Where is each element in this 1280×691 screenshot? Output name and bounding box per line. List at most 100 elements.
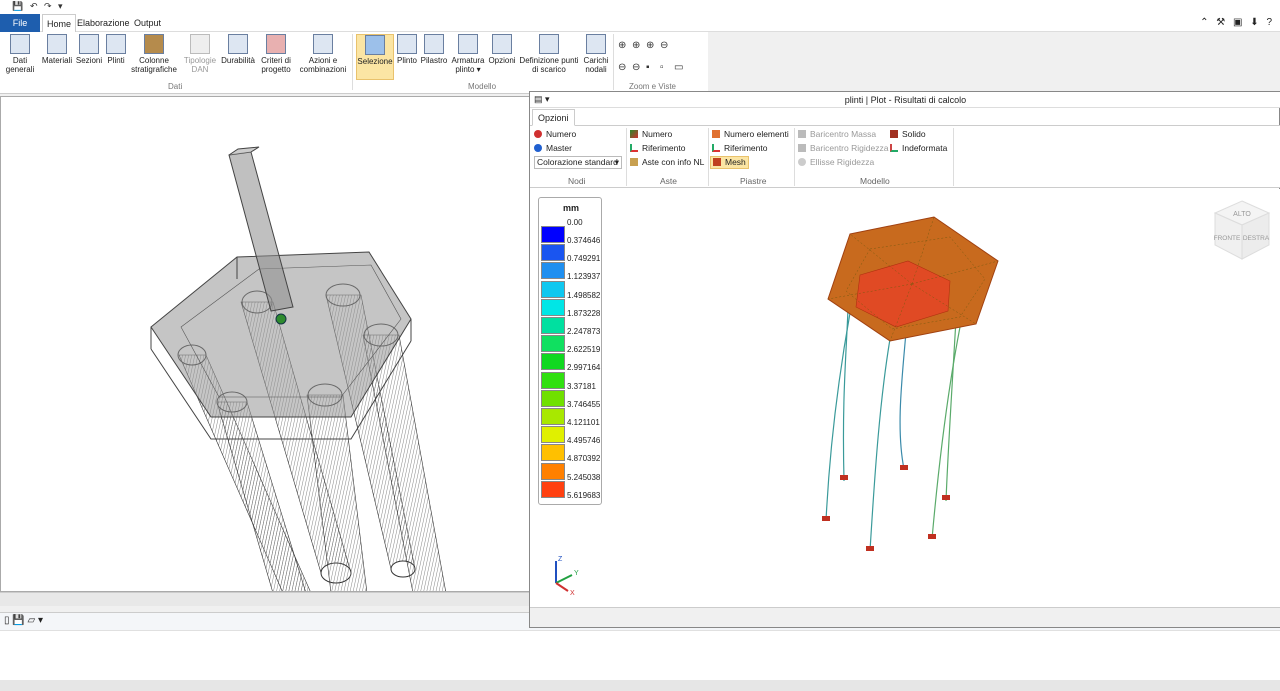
criteri-icon <box>266 34 286 54</box>
status-bar <box>0 680 1280 691</box>
separator <box>953 128 954 186</box>
redo-icon[interactable]: ↷ <box>44 1 52 12</box>
solido-toggle[interactable]: Solido <box>890 129 926 140</box>
plot-tabs: Opzioni <box>530 108 1280 126</box>
aste-info-nl-toggle[interactable]: Aste con info NL <box>630 157 704 168</box>
nodi-numero-toggle[interactable]: Numero <box>534 129 576 140</box>
zoom-in-icon[interactable]: ⊕ <box>618 40 626 51</box>
plot-canvas[interactable]: mm 0.00 0.374646 0.749291 1.123937 1.498582… <box>530 189 1280 607</box>
node-blue-icon <box>534 144 542 152</box>
plinto-icon <box>397 34 417 54</box>
sezioni-button[interactable]: Sezioni <box>75 34 103 65</box>
armatura-icon <box>458 34 478 54</box>
axis-x-label: X <box>570 590 575 597</box>
plot-window-footer <box>530 607 1280 627</box>
tipologie-dan-icon <box>190 34 210 54</box>
zoom-window-icon[interactable]: ⊕ <box>632 40 640 51</box>
criteri-progetto-button[interactable]: Criteri di progetto <box>258 34 294 74</box>
ellisse-rigidezza-toggle[interactable]: Ellisse Rigidezza <box>798 157 874 168</box>
nav-cube-right: DESTRA <box>1243 235 1270 242</box>
axes-ref-icon <box>712 144 720 152</box>
durabilita-button[interactable]: Durabilità <box>219 34 257 65</box>
download-icon[interactable]: ⬇ <box>1250 17 1258 28</box>
dropdown-icon[interactable]: ▾ <box>38 615 43 626</box>
colonne-stratigrafiche-button[interactable]: Colonne stratigrafiche <box>130 34 178 74</box>
tab-output[interactable]: Output <box>130 14 165 32</box>
tab-opzioni[interactable]: Opzioni <box>532 109 575 126</box>
chevron-down-icon: ▾ <box>614 157 619 167</box>
node-red-icon <box>534 130 542 138</box>
nodi-master-toggle[interactable]: Master <box>534 143 572 154</box>
file-menu[interactable]: File <box>0 14 40 32</box>
carichi-nodali-button[interactable]: Carichi nodali <box>582 34 610 74</box>
nav-cube[interactable]: ALTO FRONTE DESTRA <box>1207 197 1277 267</box>
window-icon[interactable]: ▣ <box>1233 17 1242 28</box>
separator <box>794 128 795 186</box>
stiffness-center-icon <box>798 144 806 152</box>
pile-tips <box>822 465 950 551</box>
separator <box>613 34 614 90</box>
plate-number-icon <box>712 130 720 138</box>
armatura-plinto-button[interactable]: Armatura plinto ▾ <box>450 34 486 74</box>
open-icon[interactable]: ▱ <box>28 615 36 626</box>
indeformata-toggle[interactable]: Indeformata <box>890 143 947 154</box>
baricentro-rigidezza-toggle[interactable]: Baricentro Rigidezza <box>798 143 888 154</box>
new-icon[interactable]: ▯ <box>4 615 10 626</box>
selezione-button[interactable]: Selezione <box>356 34 394 80</box>
tipologie-dan-button[interactable]: Tipologie DAN <box>182 34 218 74</box>
azioni-combinazioni-button[interactable]: Azioni e combinazioni <box>298 34 348 74</box>
customize-qat-icon[interactable]: ▾ <box>58 1 63 12</box>
separator <box>626 128 627 186</box>
baricentro-massa-toggle[interactable]: Baricentro Massa <box>798 129 876 140</box>
undeformed-icon <box>890 144 898 152</box>
azioni-icon <box>313 34 333 54</box>
tab-elaborazione[interactable]: Elaborazione <box>73 14 134 32</box>
nav-cube-top: ALTO <box>1233 211 1251 218</box>
axis-triad: Z Y X <box>555 556 579 597</box>
separator <box>708 128 709 186</box>
definizione-punti-scarico-button[interactable]: Definizione punti di scarico <box>518 34 580 74</box>
mass-center-icon <box>798 130 806 138</box>
dati-generali-icon <box>10 34 30 54</box>
pilastro-button[interactable]: Pilastro <box>420 34 448 65</box>
durabilita-icon <box>228 34 248 54</box>
zoom-extents-icon[interactable]: ⊕ <box>646 40 654 51</box>
save-output-icon[interactable]: 💾 <box>12 615 24 626</box>
save-view-icon[interactable]: ▪ <box>646 62 650 73</box>
solid-icon <box>890 130 898 138</box>
plot-results-window: ▤ ▾ plinti | Plot - Risultati di calcolo… <box>529 91 1280 628</box>
model-3d-view[interactable] <box>0 96 530 592</box>
help-icon[interactable]: ? <box>1266 17 1272 28</box>
tools-icon[interactable]: ⚒ <box>1216 17 1225 28</box>
save-icon[interactable]: 💾 <box>12 1 23 12</box>
view-settings-icon[interactable]: ▭ <box>674 62 683 73</box>
zoom-previous-icon[interactable]: ⊖ <box>618 62 626 73</box>
collapse-ribbon-icon[interactable]: ⌃ <box>1200 17 1208 28</box>
undo-icon[interactable]: ↶ <box>30 1 38 12</box>
foundation-3d-drawing <box>150 146 446 591</box>
ribbon-right-icons: ⌃ ⚒ ▣ ⬇ ? <box>1195 17 1272 28</box>
colorazione-select[interactable]: Colorazione standard ▾ <box>534 156 622 169</box>
plinto-button[interactable]: Plinto <box>395 34 419 65</box>
horizontal-scrollbar[interactable] <box>0 592 530 606</box>
plinti-button[interactable]: Plinti <box>104 34 128 65</box>
piastre-riferimento-toggle[interactable]: Riferimento <box>712 143 767 154</box>
piastre-mesh-toggle[interactable]: Mesh <box>710 156 749 169</box>
zoom-all-icon[interactable]: ⊖ <box>632 62 640 73</box>
opzioni-icon <box>492 34 512 54</box>
axis-z-label: Z <box>558 556 563 563</box>
opzioni-button[interactable]: Opzioni <box>487 34 517 65</box>
aste-numero-toggle[interactable]: Numero <box>630 129 672 140</box>
dati-generali-button[interactable]: Dati generali <box>4 34 36 74</box>
zoom-out-icon[interactable]: ⊖ <box>660 40 668 51</box>
ellipse-icon <box>798 158 806 166</box>
cursor-icon <box>365 35 385 55</box>
group-label-piastre: Piastre <box>740 176 767 186</box>
plot-window-title: plinti | Plot - Risultati di calcolo <box>844 95 967 105</box>
materiali-button[interactable]: Materiali <box>40 34 74 65</box>
piastre-numero-elementi-toggle[interactable]: Numero elementi <box>712 129 789 140</box>
aste-riferimento-toggle[interactable]: Riferimento <box>630 143 685 154</box>
export-view-icon[interactable]: ▫ <box>660 62 664 73</box>
tab-home[interactable]: Home <box>42 14 77 32</box>
plinti-icon <box>106 34 126 54</box>
